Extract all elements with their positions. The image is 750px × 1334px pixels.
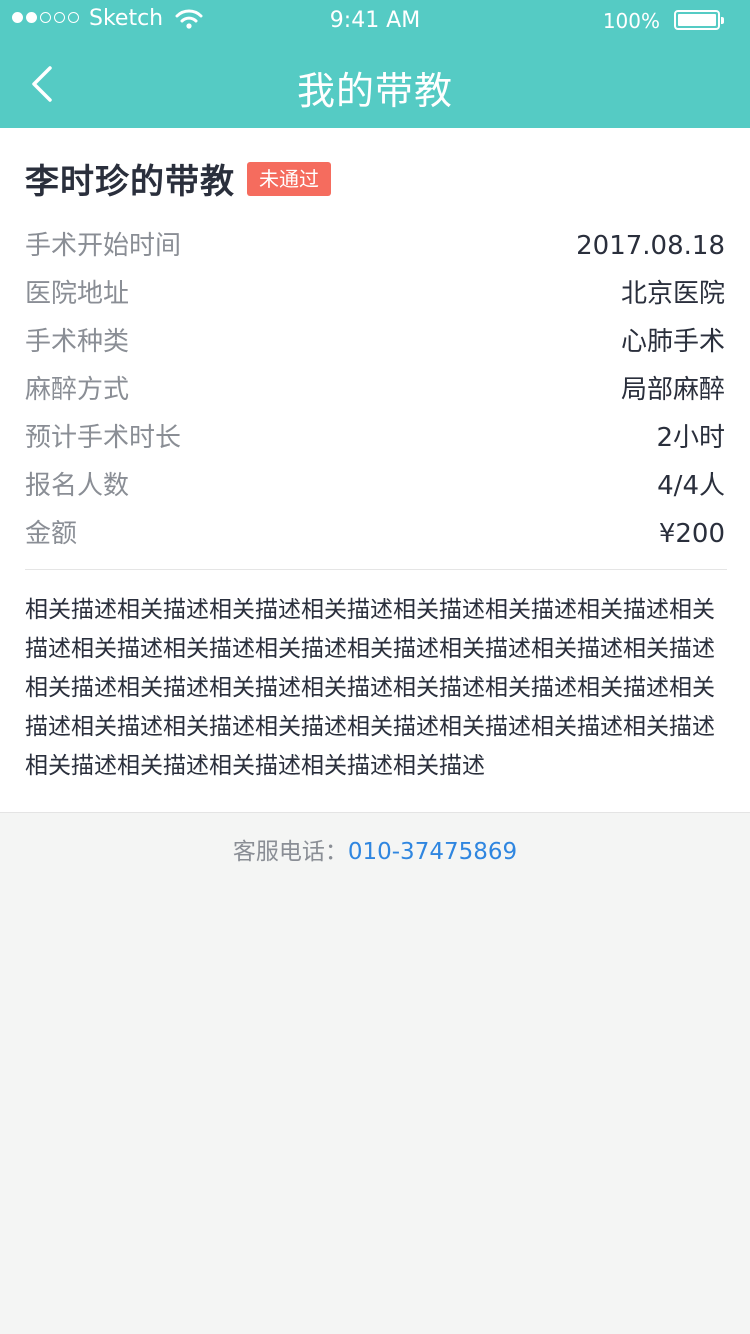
field-row-anesthesia: 麻醉方式 局部麻醉 xyxy=(25,366,725,414)
field-label: 医院地址 xyxy=(25,279,130,309)
service-label: 客服电话： xyxy=(232,839,348,865)
field-row-surgery-type: 手术种类 心肺手术 xyxy=(25,318,725,366)
status-bar: Sketch 9:41 AM 100% xyxy=(0,0,750,40)
divider xyxy=(25,569,727,570)
customer-service: 客服电话：010-37475869 xyxy=(0,832,750,866)
detail-title: 李时珍的带教 xyxy=(25,162,235,202)
field-label: 预计手术时长 xyxy=(25,423,182,453)
field-value: 心肺手术 xyxy=(620,327,725,357)
field-row-duration: 预计手术时长 2小时 xyxy=(25,414,725,462)
field-value: 2小时 xyxy=(656,423,725,453)
field-value: 4/4人 xyxy=(657,471,725,501)
field-label: 麻醉方式 xyxy=(25,375,130,405)
field-row-amount: 金额 ¥200 xyxy=(25,510,725,558)
field-label: 金额 xyxy=(25,519,78,549)
field-label: 手术开始时间 xyxy=(25,231,182,261)
field-row-hospital: 医院地址 北京医院 xyxy=(25,270,725,318)
field-row-signups: 报名人数 4/4人 xyxy=(25,462,725,510)
detail-header: 李时珍的带教 未通过 xyxy=(25,154,331,203)
page-title: 我的带教 xyxy=(296,69,453,113)
battery-percentage: 100% xyxy=(602,9,660,33)
description-text: 相关描述相关描述相关描述相关描述相关描述相关描述相关描述相关描述相关描述相关描述… xyxy=(25,597,715,779)
field-label: 手术种类 xyxy=(25,327,130,357)
teaching-detail-card: 李时珍的带教 未通过 手术开始时间 2017.08.18 医院地址 北京医院 手… xyxy=(0,128,750,813)
status-badge: 未通过 xyxy=(247,161,331,196)
battery-icon xyxy=(674,10,724,30)
field-value: 2017.08.18 xyxy=(576,231,725,261)
field-label: 报名人数 xyxy=(25,471,130,501)
field-value: 北京医院 xyxy=(620,279,725,309)
field-row-start-time: 手术开始时间 2017.08.18 xyxy=(25,222,725,270)
field-value: ¥200 xyxy=(658,519,725,549)
top-bar: Sketch 9:41 AM 100% 我的带教 xyxy=(0,0,750,128)
detail-fields: 手术开始时间 2017.08.18 医院地址 北京医院 手术种类 心肺手术 麻醉… xyxy=(25,222,725,558)
field-value: 局部麻醉 xyxy=(620,375,725,405)
service-phone-link[interactable]: 010-37475869 xyxy=(348,839,517,865)
